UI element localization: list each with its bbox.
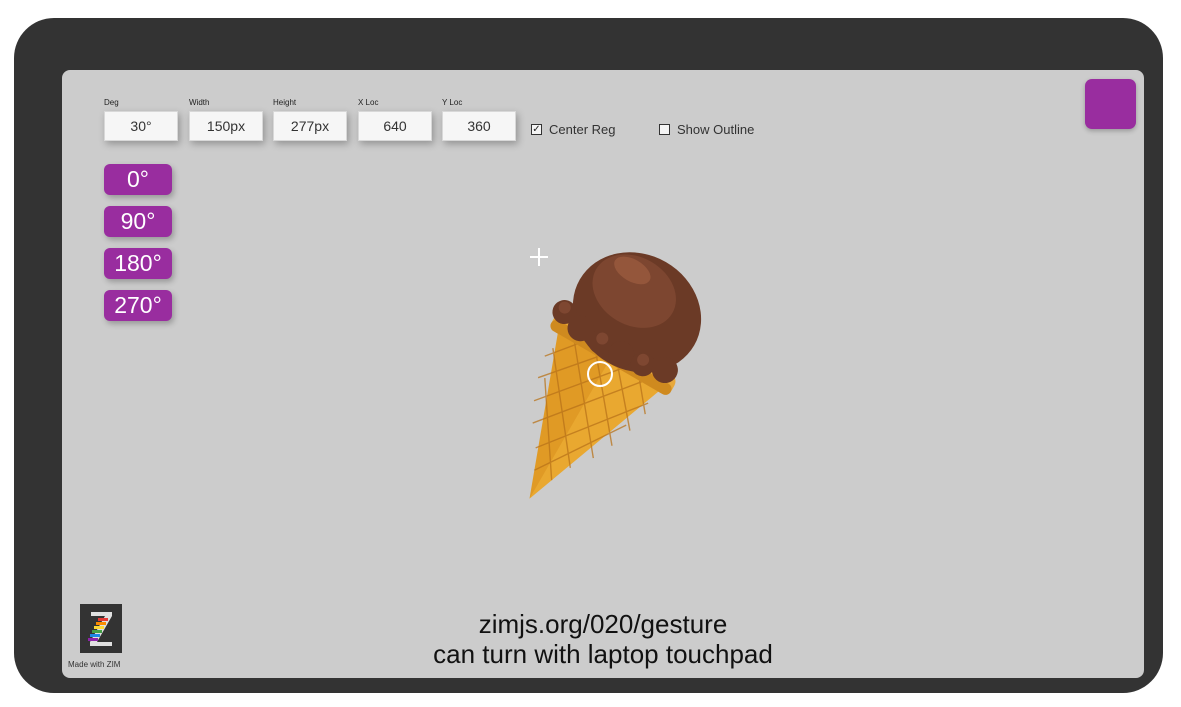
made-with-zim-label: Made with ZIM xyxy=(68,660,121,669)
caption: zimjs.org/020/gesture can turn with lapt… xyxy=(62,609,1144,669)
center-reg-checkbox-box[interactable]: ✓ xyxy=(531,124,542,135)
center-reg-label: Center Reg xyxy=(549,122,616,137)
plus-icon xyxy=(530,248,548,266)
rotate-90-button[interactable]: 90° xyxy=(104,206,172,237)
caption-line-1: zimjs.org/020/gesture xyxy=(478,609,728,639)
height-label: Height xyxy=(273,98,297,107)
center-reg-checkbox[interactable]: ✓ Center Reg xyxy=(531,122,615,137)
rotate-0-button[interactable]: 0° xyxy=(104,164,172,195)
xloc-field-group: X Loc xyxy=(358,98,432,141)
width-input[interactable] xyxy=(189,111,263,141)
device-frame: Deg Width Height X Loc Y Loc ✓ Center Re… xyxy=(14,18,1163,693)
show-outline-checkbox-box[interactable] xyxy=(659,124,670,135)
height-field-group: Height xyxy=(273,98,347,141)
circle-icon xyxy=(587,361,613,387)
show-outline-checkbox[interactable]: Show Outline xyxy=(659,122,754,137)
width-field-group: Width xyxy=(189,98,263,141)
width-label: Width xyxy=(189,98,210,107)
rotate-180-button[interactable]: 180° xyxy=(104,248,172,279)
yloc-label: Y Loc xyxy=(442,98,463,107)
deg-label: Deg xyxy=(104,98,119,107)
canvas-stage[interactable]: Deg Width Height X Loc Y Loc ✓ Center Re… xyxy=(62,70,1144,678)
yloc-field-group: Y Loc xyxy=(442,98,516,141)
zim-z-icon xyxy=(80,604,122,653)
deg-input[interactable] xyxy=(104,111,178,141)
rotate-270-button[interactable]: 270° xyxy=(104,290,172,321)
xloc-input[interactable] xyxy=(358,111,432,141)
show-outline-label: Show Outline xyxy=(677,122,755,137)
yloc-input[interactable] xyxy=(442,111,516,141)
color-swatch-button[interactable] xyxy=(1085,79,1136,129)
xloc-label: X Loc xyxy=(358,98,379,107)
height-input[interactable] xyxy=(273,111,347,141)
deg-field-group: Deg xyxy=(104,98,178,141)
zim-logo-icon[interactable] xyxy=(80,604,122,653)
caption-line-2: can turn with laptop touchpad xyxy=(433,639,773,669)
